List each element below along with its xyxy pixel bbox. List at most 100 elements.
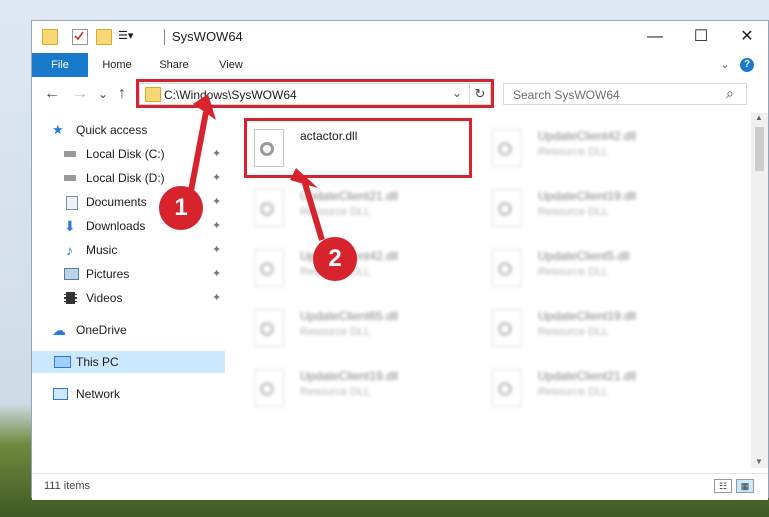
- download-icon: ⬇: [64, 218, 76, 234]
- file-name: UpdateClient21.dll: [300, 189, 399, 203]
- file-item[interactable]: UpdateClient19.dll Resource DLL: [484, 301, 714, 356]
- pin-icon[interactable]: ✦: [212, 287, 221, 309]
- dll-file-icon: [492, 369, 522, 407]
- file-item[interactable]: UpdateClient65.dll Resource DLL: [246, 301, 476, 356]
- sidebar-item-quick-access[interactable]: ★ Quick access: [52, 119, 222, 141]
- back-button[interactable]: ←: [44, 85, 60, 103]
- drive-icon: [64, 175, 76, 181]
- sidebar-item-label: This PC: [76, 355, 119, 369]
- folder-icon: [42, 29, 58, 45]
- dll-file-icon: [254, 309, 284, 347]
- title-separator: [164, 29, 165, 45]
- gear-icon: [260, 322, 274, 336]
- sidebar-item-label: Downloads: [86, 219, 146, 233]
- minimize-button[interactable]: —: [632, 21, 678, 53]
- file-item[interactable]: UpdateClient42.dll Resource DLL: [246, 241, 476, 296]
- tab-home[interactable]: Home: [92, 53, 142, 77]
- file-list: actactor.dll UpdateClient42.dll Resource…: [226, 113, 744, 468]
- pin-icon[interactable]: ✦: [212, 215, 221, 237]
- tab-file[interactable]: File: [32, 53, 88, 77]
- sidebar-item-onedrive[interactable]: ☁ OneDrive: [52, 319, 222, 341]
- file-item[interactable]: UpdateClient21.dll Resource DLL: [246, 181, 476, 236]
- file-type: Resource DLL: [538, 386, 609, 398]
- file-name: UpdateClient21.dll: [538, 369, 637, 383]
- pin-icon[interactable]: ✦: [212, 143, 221, 165]
- gear-icon: [498, 202, 512, 216]
- file-highlight-box: [244, 118, 472, 178]
- forward-button[interactable]: →: [72, 85, 88, 103]
- sidebar-item-label: Documents: [86, 195, 147, 209]
- pin-icon[interactable]: ✦: [212, 239, 221, 261]
- tab-view[interactable]: View: [208, 53, 254, 77]
- pin-icon[interactable]: ✦: [212, 263, 221, 285]
- sidebar-item-local-disk-c[interactable]: Local Disk (C:) ✦: [62, 143, 226, 165]
- ribbon-tabs: File Home Share View ⌄ ?: [32, 53, 768, 78]
- dll-file-icon: [492, 309, 522, 347]
- sidebar-item-this-pc[interactable]: This PC: [32, 351, 225, 373]
- dll-file-icon: [492, 249, 522, 287]
- dll-file-icon: [492, 189, 522, 227]
- sidebar-item-downloads[interactable]: ⬇ Downloads ✦: [62, 215, 226, 237]
- file-name: UpdateClient19.dll: [300, 369, 399, 383]
- scroll-up-icon[interactable]: ▲: [755, 113, 763, 122]
- file-type: Resource DLL: [538, 266, 609, 278]
- gear-icon: [260, 262, 274, 276]
- scroll-down-icon[interactable]: ▼: [755, 457, 763, 466]
- file-item[interactable]: UpdateClient5.dll Resource DLL: [484, 241, 714, 296]
- vertical-scrollbar[interactable]: ▲ ▼: [751, 113, 768, 468]
- file-type: Resource DLL: [300, 326, 371, 338]
- step-marker-1: 1: [159, 186, 203, 230]
- file-type: Resource DLL: [538, 206, 609, 218]
- gear-icon: [498, 322, 512, 336]
- pictures-icon: [64, 268, 79, 280]
- collapse-ribbon-icon[interactable]: ⌄: [718, 53, 732, 77]
- file-name: UpdateClient19.dll: [538, 309, 637, 323]
- navigation-bar: ← → ⌄ ↑ C:\Windows\SysWOW64 ⌄ ↻ Search S…: [32, 77, 768, 111]
- sidebar-item-pictures[interactable]: Pictures ✦: [62, 263, 226, 285]
- computer-icon: [54, 356, 71, 368]
- customize-toolbar-icon[interactable]: ☰▾: [118, 29, 133, 43]
- recent-locations-button[interactable]: ⌄: [98, 87, 108, 101]
- maximize-button[interactable]: ☐: [678, 21, 724, 53]
- gear-icon: [498, 262, 512, 276]
- network-icon: [53, 388, 68, 400]
- sidebar-item-network[interactable]: Network: [52, 383, 222, 405]
- file-item[interactable]: UpdateClient21.dll Resource DLL: [484, 361, 714, 416]
- drive-icon: [64, 151, 76, 157]
- pin-icon[interactable]: ✦: [212, 167, 221, 189]
- file-item[interactable]: UpdateClient19.dll Resource DLL: [246, 361, 476, 416]
- sidebar-item-music[interactable]: ♪ Music ✦: [62, 239, 226, 261]
- title-bar: ☰▾ SysWOW64 — ☐ ✕: [32, 21, 768, 53]
- file-type: Resource DLL: [300, 206, 371, 218]
- address-highlight-box: [136, 79, 494, 108]
- file-item[interactable]: UpdateClient42.dll Resource DLL: [484, 121, 714, 176]
- document-icon: [66, 196, 78, 210]
- tab-share[interactable]: Share: [148, 53, 200, 77]
- properties-icon[interactable]: [72, 29, 88, 45]
- dll-file-icon: [254, 189, 284, 227]
- sidebar-item-label: Pictures: [86, 267, 130, 281]
- gear-icon: [498, 382, 512, 396]
- scroll-thumb[interactable]: [755, 127, 764, 171]
- file-name: UpdateClient19.dll: [538, 189, 637, 203]
- file-name: UpdateClient5.dll: [538, 249, 630, 263]
- explorer-window: ☰▾ SysWOW64 — ☐ ✕ File Home Share View ⌄…: [31, 20, 769, 500]
- file-type: Resource DLL: [300, 386, 371, 398]
- video-icon: [64, 292, 77, 304]
- search-input[interactable]: Search SysWOW64 ⌕: [503, 83, 747, 105]
- pin-icon[interactable]: ✦: [212, 191, 221, 213]
- up-button[interactable]: ↑: [118, 85, 126, 103]
- new-folder-icon[interactable]: [96, 29, 112, 45]
- sidebar-item-label: Local Disk (C:): [86, 147, 165, 161]
- large-icons-view-icon[interactable]: ▦: [736, 479, 754, 493]
- file-item[interactable]: UpdateClient19.dll Resource DLL: [484, 181, 714, 236]
- search-icon[interactable]: ⌕: [726, 85, 734, 102]
- file-type: Resource DLL: [538, 326, 609, 338]
- sidebar-item-local-disk-d[interactable]: Local Disk (D:) ✦: [62, 167, 226, 189]
- status-bar: 111 items ☷ ▦: [32, 473, 768, 500]
- close-button[interactable]: ✕: [724, 21, 769, 53]
- sidebar-item-videos[interactable]: Videos ✦: [62, 287, 226, 309]
- help-icon[interactable]: ?: [740, 58, 754, 72]
- gear-icon: [260, 202, 274, 216]
- details-view-icon[interactable]: ☷: [714, 479, 732, 493]
